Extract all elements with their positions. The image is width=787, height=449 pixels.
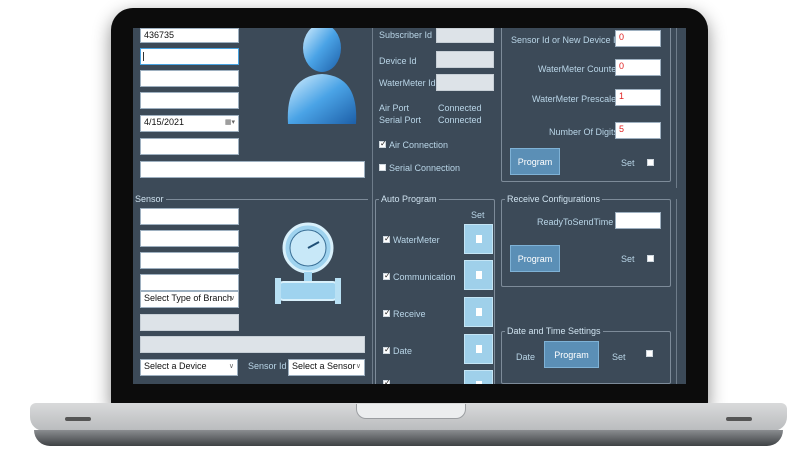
field-436735[interactable]: 436735 [140,28,239,43]
laptop-trackpad-notch [356,404,466,419]
watermeter-prescaler-field[interactable]: 1 [615,89,661,106]
meter-set-label: Set [621,158,635,168]
receive-set-checkbox[interactable] [647,255,654,262]
serial-port-label: Serial Port [379,115,422,125]
device-select-value: Select a Device [144,361,207,371]
user-avatar-icon [287,28,357,124]
divider-right-top [676,28,677,188]
device-id-field[interactable] [436,51,494,68]
auto-program-set-header: Set [471,210,485,220]
auto-receive-label: Receive [393,309,426,319]
branch-type-dropdown[interactable]: Select Type of Branch ∨ [140,291,239,308]
sensor-field-2[interactable] [140,230,239,247]
air-port-label: Air Port [379,103,410,113]
serial-port-status: Connected [438,115,482,125]
watermeter-id-field[interactable] [436,74,494,91]
date-program-button[interactable]: Program [544,341,599,368]
chevron-down-icon: ∨ [228,363,234,370]
subscriber-id-label: Subscriber Id [379,30,433,40]
sensor-wide-field[interactable] [140,336,365,353]
auto-communication-checkbox[interactable] [383,271,391,280]
auto-receive-checkbox[interactable] [383,308,391,317]
auto-extra-set-button[interactable] [464,370,493,384]
meter-set-checkbox[interactable] [647,159,654,166]
date-time-title: Date and Time Settings [505,326,603,336]
auto-communication-label: Communication [393,272,456,282]
sensor-group-title: Sensor [133,194,166,204]
device-id-label: Device Id [379,56,417,66]
laptop-slot-right [726,417,752,421]
sensor-select-dropdown[interactable]: Select a Sensor ∨ [288,359,365,376]
air-port-status: Connected [438,103,482,113]
divider-right-bottom [676,199,677,384]
laptop-base-bottom [34,430,783,446]
auto-date-checkbox[interactable] [383,345,391,354]
subscriber-id-field[interactable] [436,28,494,43]
sensor-select-value: Select a Sensor [292,361,356,371]
divider-1 [372,28,373,384]
date-label: Date [516,352,536,362]
branch-type-placeholder: Select Type of Branch [144,293,232,303]
text-field-3[interactable] [140,70,239,87]
app-screen: 436735 4/15/2021 ▦▾ Sensor Select Type o… [133,28,686,384]
text-field-6[interactable] [140,138,239,155]
watermeter-counter-label: WaterMeter Counter [538,64,620,74]
auto-watermeter-checkbox[interactable] [383,234,391,243]
watermeter-counter-field[interactable]: 0 [615,59,661,76]
sensor-field-1[interactable] [140,208,239,225]
receive-set-label: Set [621,254,635,264]
auto-watermeter-set-button[interactable] [464,224,493,254]
sensor-group-border [133,199,368,200]
watermeter-id-label: WaterMeter Id [379,78,436,88]
air-connection-checkbox[interactable] [379,139,387,148]
serial-connection-label: Serial Connection [389,163,461,173]
serial-connection-checkbox[interactable] [379,164,386,171]
number-of-digits-field[interactable]: 5 [615,122,661,139]
date-set-checkbox[interactable] [646,350,653,357]
sensor-field-3[interactable] [140,252,239,269]
date-value: 4/15/2021 [144,117,185,127]
sensor-id-label: Sensor Id [248,361,287,371]
receive-config-title: Receive Configurations [505,194,603,204]
calendar-dropdown-icon[interactable]: ▦▾ [225,118,235,126]
auto-date-set-button[interactable] [464,334,493,364]
auto-program-title: Auto Program [379,194,439,204]
date-set-label: Set [612,352,626,362]
receive-program-button[interactable]: Program [510,245,560,272]
auto-date-label: Date [393,346,413,356]
air-connection-label: Air Connection [389,140,449,150]
watermeter-prescaler-label: WaterMeter Prescaler [532,94,620,104]
laptop-slot-left [65,417,91,421]
auto-extra-checkbox[interactable] [383,378,391,384]
text-field-4[interactable] [140,92,239,109]
chevron-down-icon: ∨ [229,295,235,302]
sensor-field-4[interactable] [140,274,239,291]
sensor-or-device-id-label: Sensor Id or New Device Id [511,35,621,45]
device-select-dropdown[interactable]: Select a Device ∨ [140,359,238,376]
date-picker[interactable]: 4/15/2021 ▦▾ [140,115,239,132]
meter-program-button[interactable]: Program [510,148,560,175]
ready-to-send-time-field[interactable] [615,212,661,229]
sensor-field-5[interactable] [140,314,239,331]
auto-communication-set-button[interactable] [464,260,493,290]
chevron-down-icon: ∨ [355,363,361,370]
water-gauge-icon [275,222,341,304]
number-of-digits-label: Number Of Digits [549,127,619,137]
active-text-field[interactable] [140,48,239,65]
ready-to-send-time-label: ReadyToSendTime [537,217,614,227]
auto-receive-set-button[interactable] [464,297,493,327]
sensor-or-device-id-field[interactable]: 0 [615,30,661,47]
auto-watermeter-label: WaterMeter [393,235,440,245]
wide-text-field[interactable] [140,161,365,178]
